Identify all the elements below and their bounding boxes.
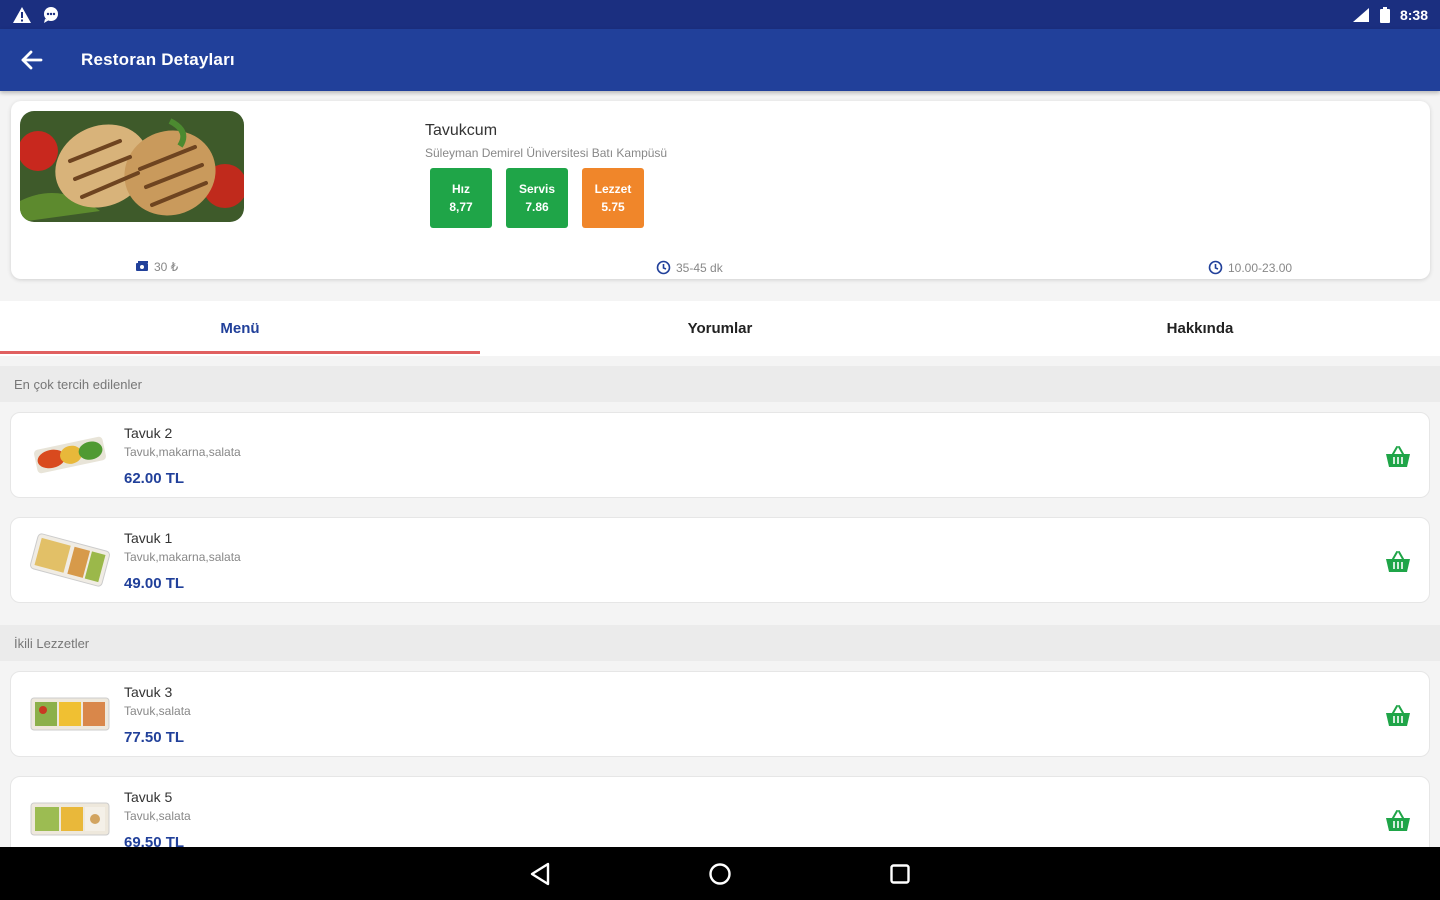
nav-home-button[interactable] — [695, 854, 745, 894]
restaurant-name: Tavukcum — [425, 122, 498, 139]
add-to-basket-button[interactable] — [1383, 443, 1413, 471]
item-image — [25, 684, 115, 744]
section-header: İkili Lezzetler — [0, 625, 1440, 661]
rating-speed-label: Hız — [452, 182, 470, 196]
restaurant-address: Süleyman Demirel Üniversitesi Batı Kampü… — [425, 146, 668, 160]
menu-item[interactable]: Tavuk 5 Tavuk,salata 69.50 TL — [10, 776, 1430, 847]
opening-hours: 10.00-23.00 — [1208, 260, 1292, 275]
menu-item[interactable]: Tavuk 2 Tavuk,makarna,salata 62.00 TL — [10, 412, 1430, 498]
warning-icon — [13, 6, 31, 23]
opening-hours-value: 10.00-23.00 — [1228, 260, 1293, 275]
section-header: En çok tercih edilenler — [0, 366, 1440, 402]
square-recents-icon — [890, 863, 910, 884]
item-description: Tavuk,salata — [124, 704, 191, 718]
item-description: Tavuk,makarna,salata — [124, 550, 241, 564]
status-bar: 8:38 — [0, 0, 1440, 29]
min-order: 30 ₺ — [135, 260, 178, 274]
item-name: Tavuk 1 — [124, 530, 173, 546]
basket-icon — [1386, 810, 1410, 831]
status-notifications — [12, 6, 60, 24]
add-to-basket-button[interactable] — [1383, 807, 1413, 835]
delivery-time-value: 35-45 dk — [676, 260, 723, 275]
circle-home-icon — [709, 862, 731, 885]
item-image — [25, 425, 115, 485]
item-image — [25, 789, 115, 847]
clock-icon — [656, 260, 671, 275]
rating-speed-value: 8,77 — [449, 200, 473, 214]
rating-taste-label: Lezzet — [594, 182, 632, 196]
rating-speed: Hız 8,77 — [430, 168, 492, 228]
rating-service-value: 7.86 — [525, 200, 549, 214]
rating-service: Servis 7.86 — [506, 168, 568, 228]
item-price: 49.00 TL — [124, 575, 185, 592]
delivery-time: 35-45 dk — [656, 260, 723, 275]
nav-back-button[interactable] — [515, 854, 565, 894]
menu-item[interactable]: Tavuk 1 Tavuk,makarna,salata 49.00 TL — [10, 517, 1430, 603]
item-name: Tavuk 2 — [124, 425, 173, 441]
item-price: 62.00 TL — [124, 470, 185, 487]
min-order-value: 30 ₺ — [154, 260, 179, 274]
rating-taste: Lezzet 5.75 — [582, 168, 644, 228]
status-time: 8:38 — [1399, 6, 1428, 23]
tab-about[interactable]: Hakkında — [960, 301, 1440, 356]
system-nav-bar — [0, 847, 1440, 900]
basket-icon — [1386, 446, 1410, 467]
arrow-left-icon — [21, 50, 43, 70]
restaurant-card: Tavukcum Süleyman Demirel Üniversitesi B… — [11, 101, 1430, 279]
item-image — [25, 530, 115, 590]
money-icon — [136, 261, 148, 271]
status-system: 8:38 — [1352, 6, 1428, 23]
item-price: 77.50 TL — [124, 729, 185, 746]
item-description: Tavuk,makarna,salata — [124, 445, 241, 459]
item-description: Tavuk,salata — [124, 809, 191, 823]
tab-bar: Menü Yorumlar Hakkında — [0, 301, 1440, 356]
clock-icon — [1208, 260, 1223, 275]
menu-item[interactable]: Tavuk 3 Tavuk,salata 77.50 TL — [10, 671, 1430, 757]
battery-icon — [1379, 6, 1390, 23]
add-to-basket-button[interactable] — [1383, 702, 1413, 730]
tab-reviews[interactable]: Yorumlar — [480, 301, 960, 356]
tab-menu[interactable]: Menü — [0, 301, 480, 356]
app-bar: Restoran Detayları — [0, 29, 1440, 91]
page-title: Restoran Detayları — [81, 50, 235, 69]
basket-icon — [1386, 551, 1410, 572]
restaurant-image — [20, 111, 244, 222]
signal-icon — [1352, 7, 1369, 22]
back-button[interactable] — [0, 29, 64, 91]
restaurant-details[interactable]: Tavukcum Süleyman Demirel Üniversitesi B… — [0, 91, 1440, 847]
item-name: Tavuk 5 — [124, 789, 173, 805]
rating-service-label: Servis — [518, 182, 556, 196]
add-to-basket-button[interactable] — [1383, 548, 1413, 576]
rating-badges: Hız 8,77 Servis 7.86 Lezzet 5.75 — [430, 168, 644, 228]
item-name: Tavuk 3 — [124, 684, 173, 700]
basket-icon — [1386, 705, 1410, 726]
rating-taste-value: 5.75 — [601, 200, 625, 214]
item-price: 69.50 TL — [124, 834, 185, 847]
nav-recents-button[interactable] — [875, 854, 925, 894]
triangle-back-icon — [530, 862, 550, 885]
chat-icon — [44, 6, 58, 23]
